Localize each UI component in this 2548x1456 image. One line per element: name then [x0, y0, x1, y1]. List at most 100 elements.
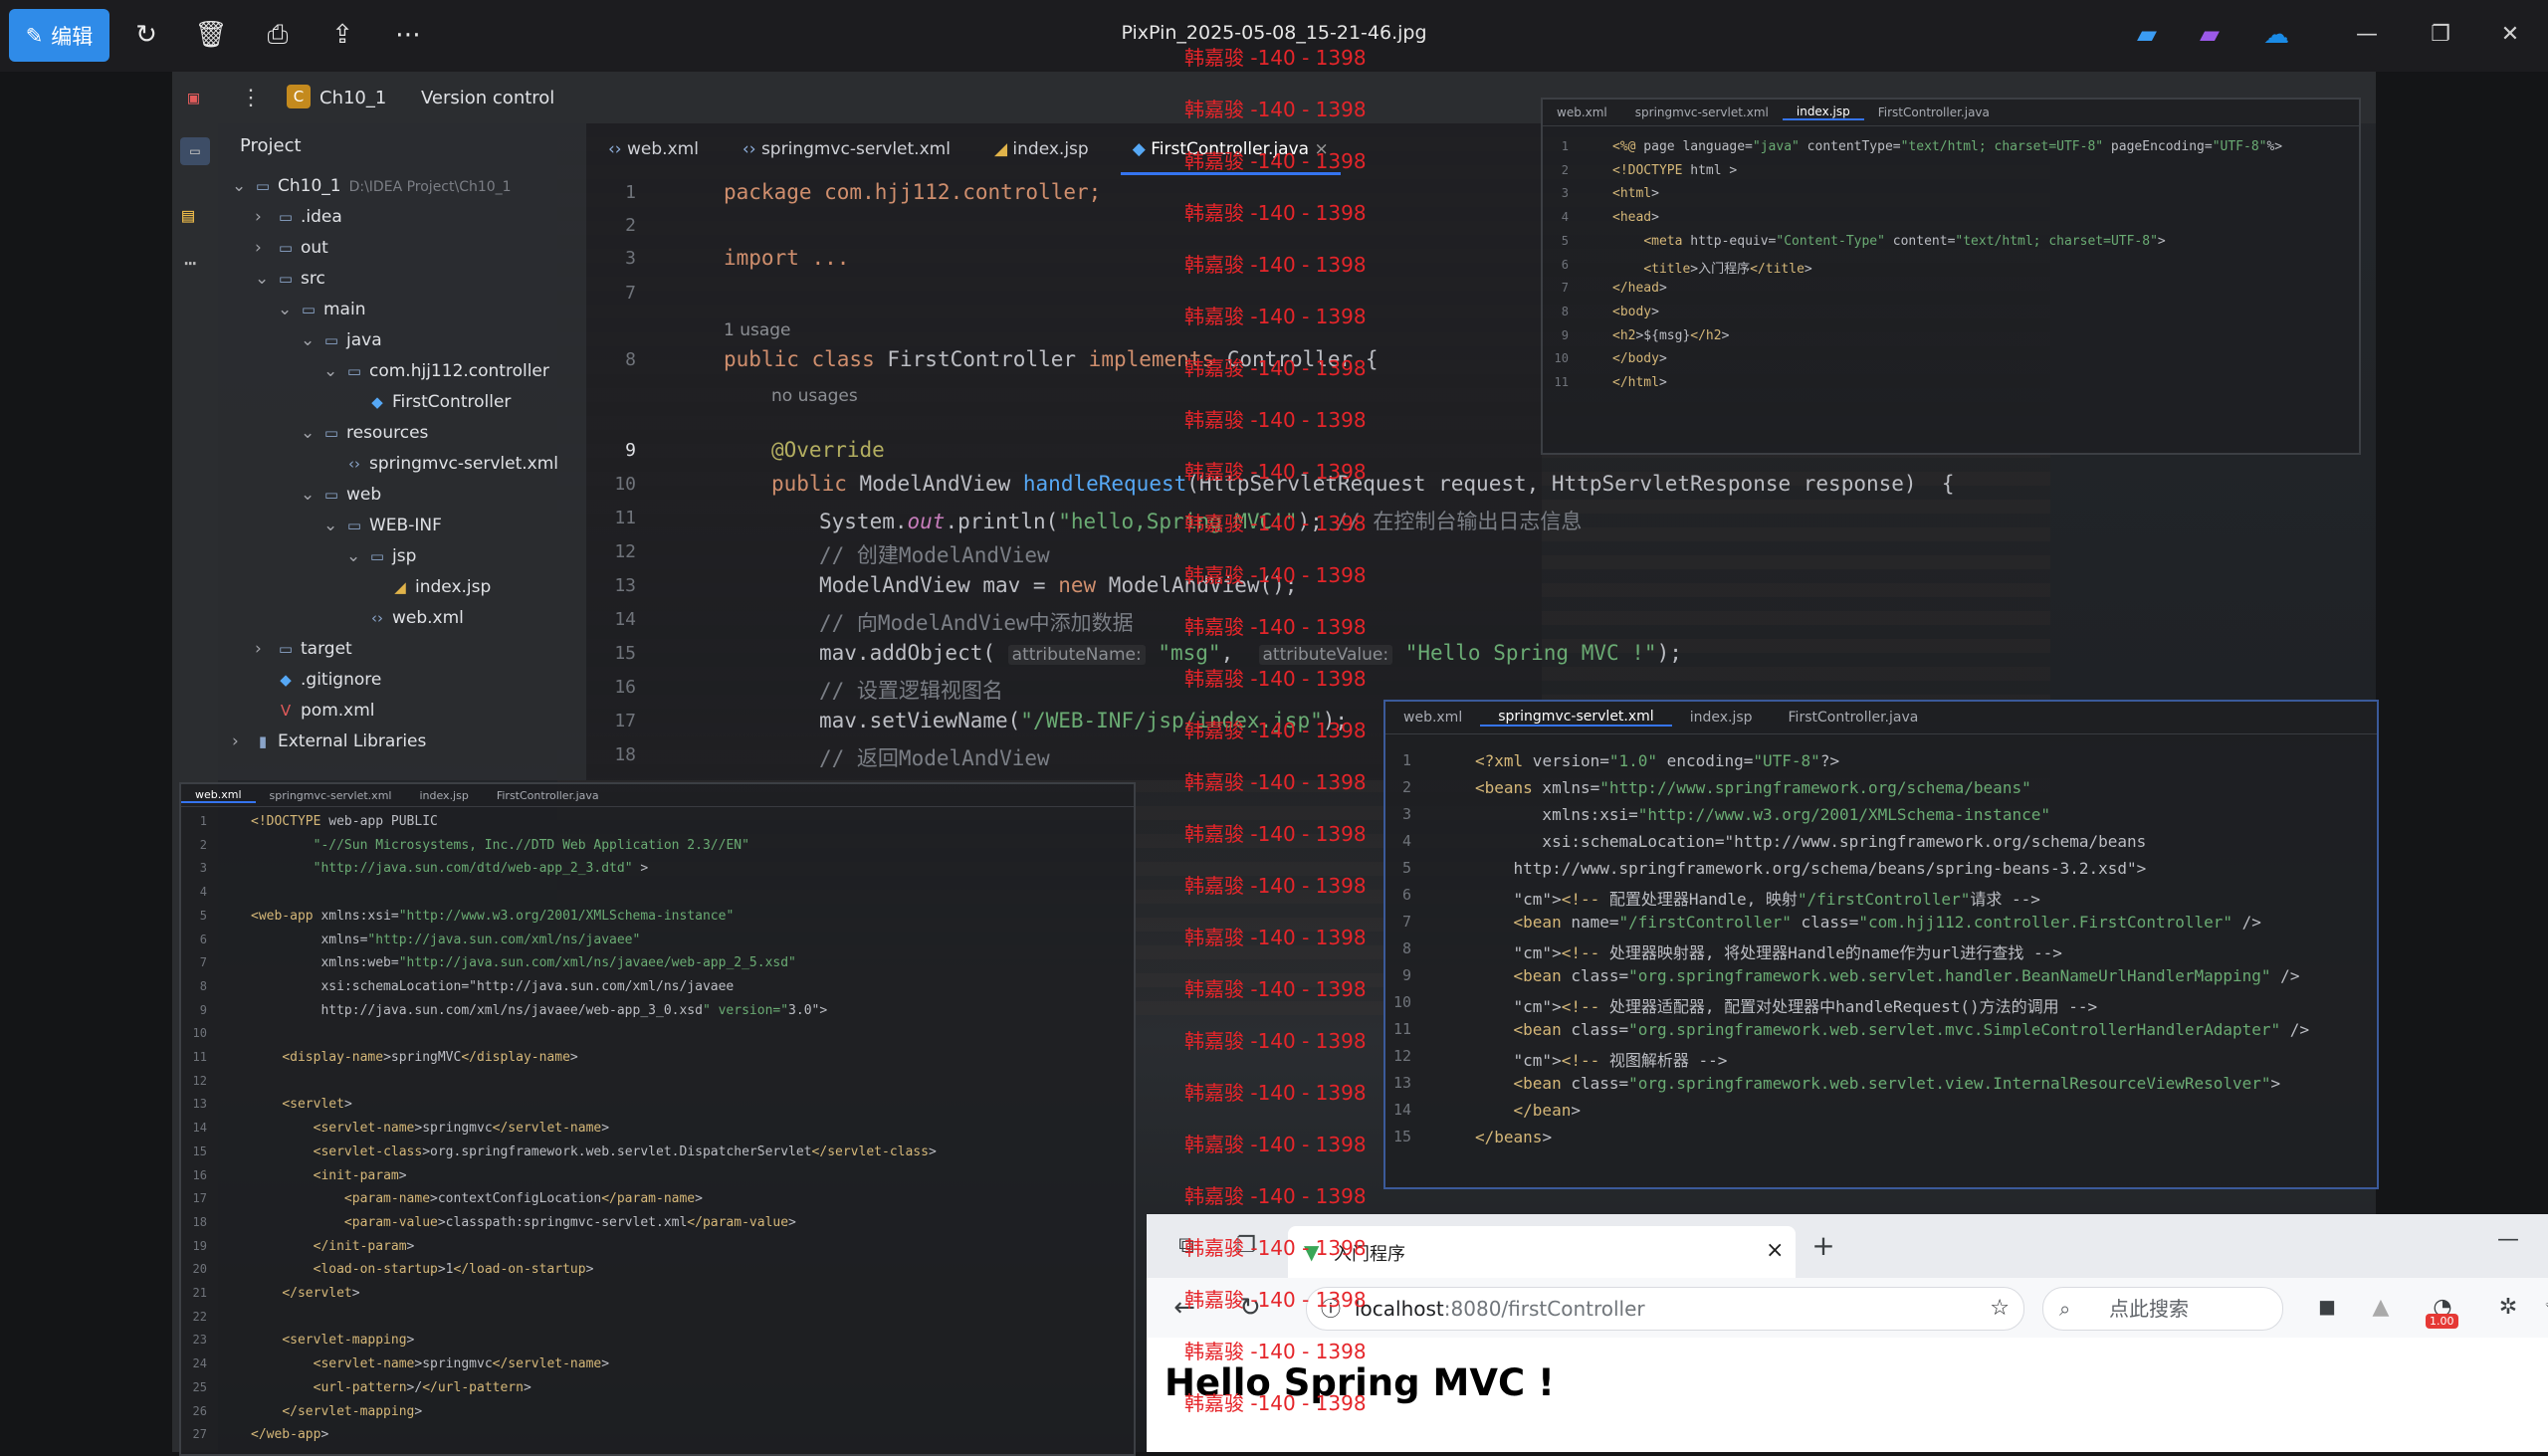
project-tool-icon[interactable]: ▭ [180, 137, 210, 165]
tab-web-xml[interactable]: web.xml [1385, 710, 1480, 726]
tab-firstcontroller-java[interactable]: FirstController.java [1771, 710, 1937, 726]
line-number: 20 [192, 1262, 207, 1277]
tree-item[interactable]: Vpom.xml [255, 696, 383, 727]
onedrive-icon[interactable]: ☁ [2259, 18, 2293, 52]
structure-tool-icon[interactable]: ▤ [182, 203, 194, 227]
clipchamp-icon[interactable]: ▰ [2193, 18, 2227, 52]
rotate-icon[interactable]: ↻ [129, 18, 163, 52]
tab-web-xml[interactable]: ‹› web.xml [586, 123, 721, 175]
tree-arrow-icon[interactable]: ⌄ [323, 511, 343, 541]
line-number: 24 [192, 1356, 207, 1371]
tree-item[interactable]: › ▭ out [255, 233, 336, 264]
print-icon[interactable]: ⎙ [261, 18, 295, 52]
code-line: <web-app xmlns:xsi="http://www.w3.org/20… [251, 908, 735, 924]
paint-icon[interactable]: ▰ [2130, 18, 2164, 52]
close-icon[interactable]: ✕ [2490, 18, 2530, 52]
tree-arrow-icon[interactable]: ⌄ [232, 171, 252, 202]
minimize-icon[interactable]: — [2490, 1222, 2526, 1258]
tree-item[interactable]: ⌄ ▭ com.hjj112.controller [323, 356, 557, 387]
project-selector[interactable]: Ch10_1 [319, 88, 386, 108]
watermark-text: 韩嘉骏 -140 - 1398 [1184, 98, 1367, 121]
close-tab-icon[interactable]: × [1766, 1238, 1784, 1263]
tree-arrow-icon[interactable]: ⌄ [301, 418, 320, 449]
tab-index-jsp[interactable]: index.jsp [1782, 104, 1864, 120]
usage-hint[interactable]: 1 usage [724, 320, 791, 340]
tab-springmvc-servlet-xml[interactable]: springmvc-servlet.xml [256, 789, 406, 802]
line-number: 23 [192, 1333, 207, 1348]
line-number: 2 [1401, 778, 1411, 796]
tab-firstcontroller-java[interactable]: FirstController.java [483, 789, 613, 802]
tree-arrow-icon[interactable]: ⌄ [255, 264, 275, 295]
tree-arrow-icon[interactable]: ⌄ [278, 295, 298, 325]
tree-arrow-icon[interactable]: › [255, 202, 275, 233]
tree-item[interactable]: ⌄ ▭ java [301, 325, 390, 356]
tree-arrow-icon[interactable]: ⌄ [323, 356, 343, 387]
tree-item[interactable]: ◢ index.jsp [369, 572, 499, 603]
tree-item[interactable]: ⌄ ▭ Ch10_1 D:\IDEA Project\Ch10_1 [232, 171, 512, 202]
line-number: 5 [199, 908, 207, 923]
tree-item[interactable]: › ▭ target [255, 634, 360, 665]
line-number: 14 [614, 609, 636, 630]
restore-icon[interactable]: ❐ [2421, 18, 2460, 52]
tab-index-jsp[interactable]: index.jsp [1672, 710, 1771, 726]
watermark-text: 韩嘉骏 -140 - 1398 [1184, 253, 1367, 277]
favorites-icon[interactable]: ✩ [2536, 1290, 2548, 1326]
tab-springmvc-servlet-xml[interactable]: springmvc-servlet.xml [1480, 709, 1672, 727]
line-number: 26 [192, 1403, 207, 1418]
code-line: // 设置逻辑视图名 [819, 679, 1003, 703]
line-number: 6 [1561, 257, 1569, 272]
bookmark-star-icon[interactable]: ☆ [1990, 1288, 2010, 1330]
tree-arrow-icon[interactable]: ⌄ [301, 325, 320, 356]
tree-item[interactable]: ⌄ ▭ jsp [346, 541, 424, 572]
tree-item[interactable]: ‹› springmvc-servlet.xml [323, 449, 566, 480]
watermark-text: 韩嘉骏 -140 - 1398 [1184, 149, 1367, 173]
tree-item-label: index.jsp [415, 577, 492, 597]
xml-file-icon: ‹› [742, 139, 756, 159]
tree-item[interactable]: ⌄ ▭ web [301, 480, 389, 511]
tree-item[interactable]: › ▮ External Libraries [232, 727, 434, 757]
url-input[interactable]: ⓘ localhost:8080/firstController ☆ [1306, 1287, 2024, 1331]
line-number: 12 [192, 1073, 207, 1088]
tree-arrow-icon[interactable]: › [255, 634, 275, 665]
tree-item[interactable]: ⌄ ▭ resources [301, 418, 436, 449]
line-number: 6 [199, 932, 207, 946]
tree-item[interactable]: ‹› web.xml [346, 603, 472, 634]
tree-arrow-icon[interactable]: › [232, 727, 252, 757]
tree-item[interactable]: ⌄ ▭ main [278, 295, 373, 325]
tab-index-jsp[interactable]: index.jsp [405, 789, 482, 802]
search-input[interactable]: ⌕ 点此搜索 [2042, 1287, 2283, 1331]
vcs-selector[interactable]: Version control [421, 88, 554, 108]
translate-icon[interactable]: ▲ [2363, 1290, 2399, 1326]
usage-hint[interactable]: no usages [771, 386, 858, 406]
menu-icon[interactable]: ⋮ [240, 86, 262, 110]
new-tab-icon[interactable]: + [1805, 1228, 1841, 1264]
share-icon[interactable]: ⇪ [325, 18, 359, 52]
file-type-icon: ▭ [346, 362, 362, 380]
tab-springmvc-servlet-xml[interactable]: ‹› springmvc-servlet.xml [721, 123, 972, 175]
tab-web-xml[interactable]: web.xml [1543, 105, 1621, 119]
edit-button[interactable]: ✎ 编辑 [9, 9, 109, 62]
tree-arrow-icon[interactable]: › [255, 233, 275, 264]
tab-firstcontroller-java[interactable]: FirstController.java [1864, 105, 2004, 119]
tab-web-xml[interactable]: web.xml [181, 788, 256, 803]
tree-item[interactable]: › ▭ .idea [255, 202, 350, 233]
tree-item[interactable]: ◆ FirstController [346, 387, 519, 418]
more-icon[interactable]: ⋯ [391, 18, 425, 52]
extension-icon[interactable]: ◼ [2309, 1290, 2345, 1326]
tab-index-jsp[interactable]: ◢ index.jsp [972, 123, 1111, 175]
tree-item[interactable]: ◆ .gitignore [255, 665, 389, 696]
delete-icon[interactable]: 🗑 [194, 18, 228, 52]
tree-item[interactable]: ⌄ ▭ src [255, 264, 333, 295]
tree-arrow-icon[interactable]: ⌄ [301, 480, 320, 511]
tree-item-label: .gitignore [301, 670, 382, 690]
watermark-text: 韩嘉骏 -140 - 1398 [1184, 46, 1367, 70]
tab-springmvc-servlet-xml[interactable]: springmvc-servlet.xml [1621, 105, 1783, 119]
tree-arrow-icon[interactable]: ⌄ [346, 541, 366, 572]
puzzle-icon[interactable]: ✲ [2490, 1290, 2526, 1326]
more-tools-icon[interactable]: ⋯ [184, 251, 196, 275]
minimize-icon[interactable]: — [2347, 18, 2387, 52]
tree-item[interactable]: ⌄ ▭ WEB-INF [323, 511, 450, 541]
file-type-icon: ◢ [394, 578, 406, 596]
file-type-icon: ‹› [371, 609, 383, 627]
code-line: <servlet-name>springmvc</servlet-name> [313, 1356, 610, 1372]
